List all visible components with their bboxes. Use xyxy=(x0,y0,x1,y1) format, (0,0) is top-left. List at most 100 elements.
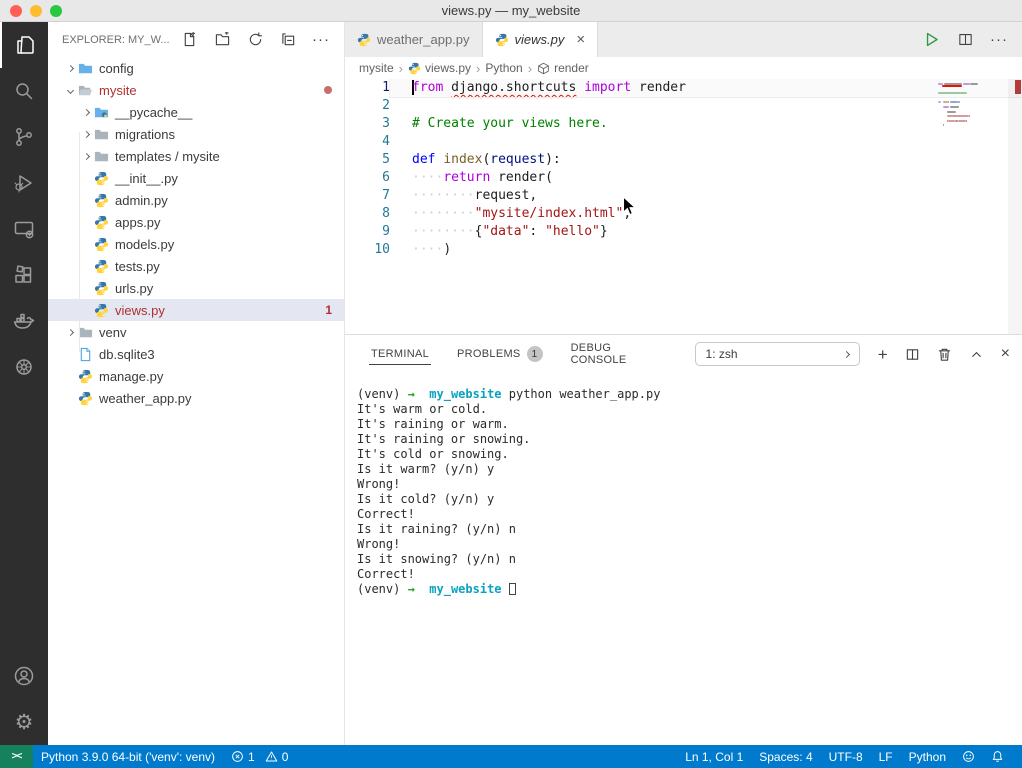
activity-item-run-debug[interactable] xyxy=(0,160,48,206)
error-marker-icon xyxy=(1015,80,1021,94)
python-icon xyxy=(94,258,112,274)
activity-item-settings[interactable]: ⚙ xyxy=(0,699,48,745)
new-folder-icon[interactable] xyxy=(213,31,231,49)
run-button[interactable] xyxy=(922,30,941,49)
activity-item-search[interactable] xyxy=(0,68,48,114)
minimize-window-button[interactable] xyxy=(30,5,42,17)
tree-item-models-py[interactable]: models.py xyxy=(48,233,344,255)
terminal-shell-select[interactable]: 1: zsh xyxy=(694,342,860,366)
terminal-line: It's raining or warm. xyxy=(357,417,509,431)
overview-ruler[interactable] xyxy=(1008,79,1022,334)
activity-item-remote-explorer[interactable] xyxy=(0,206,48,252)
close-window-button[interactable] xyxy=(10,5,22,17)
terminal-output[interactable]: (venv) → my_website python weather_app.p… xyxy=(345,373,1022,597)
activity-item-account[interactable] xyxy=(0,653,48,699)
docker-icon xyxy=(12,309,36,333)
tree-item-db-sqlite3[interactable]: db.sqlite3 xyxy=(48,343,344,365)
code-line-6[interactable]: 6 ····return render( xyxy=(345,169,1022,187)
code-line-text: from django.shortcuts import render xyxy=(412,80,686,95)
file-tree: config mysite __pycache__ migrations templat… xyxy=(48,57,344,409)
status-eol[interactable]: LF xyxy=(871,745,901,768)
code-line-5[interactable]: 5 def index(request): xyxy=(345,151,1022,169)
remote-indicator[interactable]: >< xyxy=(0,745,33,768)
explorer-title: EXPLORER: MY_W... xyxy=(62,33,170,46)
split-button[interactable] xyxy=(905,347,920,362)
tab-views-py[interactable]: views.py × xyxy=(482,22,599,57)
tree-item-templates-mysite[interactable]: templates / mysite xyxy=(48,145,344,167)
code-line-2[interactable]: 2 xyxy=(345,97,1022,115)
more-icon[interactable]: ··· xyxy=(312,31,330,49)
panel-tab-terminal[interactable]: TERMINAL xyxy=(369,344,432,365)
breadcrumb-item-render[interactable]: render xyxy=(537,61,589,75)
panel-tab-problems[interactable]: PROBLEMS 1 xyxy=(455,342,545,366)
chevron-up-button[interactable] xyxy=(969,347,984,362)
status-language-mode[interactable]: Python xyxy=(901,745,954,768)
close-tab-icon[interactable]: × xyxy=(576,31,585,48)
python-icon xyxy=(94,236,112,252)
tree-item-label: migrations xyxy=(115,126,175,142)
tree-item-apps-py[interactable]: apps.py xyxy=(48,211,344,233)
tree-item-label: __init__.py xyxy=(115,170,178,186)
status-notifications[interactable] xyxy=(983,745,1012,768)
activity-item-source-control[interactable] xyxy=(0,114,48,160)
tree-item-tests-py[interactable]: tests.py xyxy=(48,255,344,277)
breadcrumb-item-mysite[interactable]: mysite xyxy=(359,61,394,75)
add-button[interactable]: + xyxy=(878,346,888,363)
tree-item-migrations[interactable]: migrations xyxy=(48,123,344,145)
code-line-4[interactable]: 4 xyxy=(345,133,1022,151)
code-editor[interactable]: 1 from django.shortcuts import render 2 3 # … xyxy=(345,79,1022,334)
code-line-7[interactable]: 7 ········request, xyxy=(345,187,1022,205)
tab-weather-app-py[interactable]: weather_app.py xyxy=(345,22,483,57)
tree-item-manage-py[interactable]: manage.py xyxy=(48,365,344,387)
tab-label: views.py xyxy=(514,32,565,47)
tree-item-admin-py[interactable]: admin.py xyxy=(48,189,344,211)
python-icon xyxy=(78,368,96,384)
activity-item-wheel[interactable] xyxy=(0,344,48,390)
code-line-8[interactable]: 8 ········"mysite/index.html", xyxy=(345,205,1022,223)
activity-item-docker[interactable] xyxy=(0,298,48,344)
more-button[interactable]: ··· xyxy=(990,31,1008,48)
code-line-1[interactable]: 1 from django.shortcuts import render xyxy=(345,79,1022,98)
tree-item-urls-py[interactable]: urls.py xyxy=(48,277,344,299)
code-line-9[interactable]: 9 ········{"data": "hello"} xyxy=(345,223,1022,241)
tree-item-venv[interactable]: venv xyxy=(48,321,344,343)
tree-item-mysite[interactable]: mysite xyxy=(48,79,344,101)
collapse-all-icon[interactable] xyxy=(279,31,297,49)
tree-item--pycache-[interactable]: __pycache__ xyxy=(48,101,344,123)
status-problems[interactable]: 10 xyxy=(223,745,296,768)
terminal-line: Wrong! xyxy=(357,477,401,491)
panel-tab-label: DEBUG CONSOLE xyxy=(570,342,627,366)
split-editor-button[interactable] xyxy=(957,31,974,48)
code-line-3[interactable]: 3 # Create your views here. xyxy=(345,115,1022,133)
close-button[interactable]: × xyxy=(1001,346,1010,362)
status-indentation[interactable]: Spaces: 4 xyxy=(751,745,820,768)
tab-label: weather_app.py xyxy=(377,32,470,47)
tree-item-label: mysite xyxy=(99,82,137,98)
status-cursor-position[interactable]: Ln 1, Col 1 xyxy=(677,745,751,768)
tree-item-weather-app-py[interactable]: weather_app.py xyxy=(48,387,344,409)
status-feedback[interactable] xyxy=(954,745,983,768)
tree-item-views-py[interactable]: views.py 1 xyxy=(48,299,344,321)
trash-button[interactable] xyxy=(937,347,952,362)
breadcrumb-item-python[interactable]: Python xyxy=(485,61,522,75)
code-line-text: # Create your views here. xyxy=(412,116,608,131)
breadcrumb-item-views-py[interactable]: views.py xyxy=(408,61,471,75)
refresh-icon[interactable] xyxy=(246,31,264,49)
code-line-text: ········{"data": "hello"} xyxy=(412,224,608,239)
window-title: views.py — my_website xyxy=(441,3,581,18)
activity-item-explorer[interactable] xyxy=(0,22,48,68)
code-line-10[interactable]: 10 ····) xyxy=(345,241,1022,259)
status-encoding[interactable]: UTF-8 xyxy=(821,745,871,768)
panel-tab-label: PROBLEMS xyxy=(457,348,521,360)
new-file-icon[interactable] xyxy=(180,31,198,49)
tree-item-config[interactable]: config xyxy=(48,57,344,79)
tree-item--init-py[interactable]: __init__.py xyxy=(48,167,344,189)
line-number: 2 xyxy=(382,98,390,113)
window-controls xyxy=(10,5,62,17)
minimap[interactable] xyxy=(936,81,1006,141)
panel-tab-debug-console[interactable]: DEBUG CONSOLE xyxy=(569,338,671,370)
status-python-interpreter[interactable]: Python 3.9.0 64-bit ('venv': venv) xyxy=(33,745,223,768)
zoom-window-button[interactable] xyxy=(50,5,62,17)
activity-item-extensions[interactable] xyxy=(0,252,48,298)
symbol-cube-icon xyxy=(537,62,550,75)
